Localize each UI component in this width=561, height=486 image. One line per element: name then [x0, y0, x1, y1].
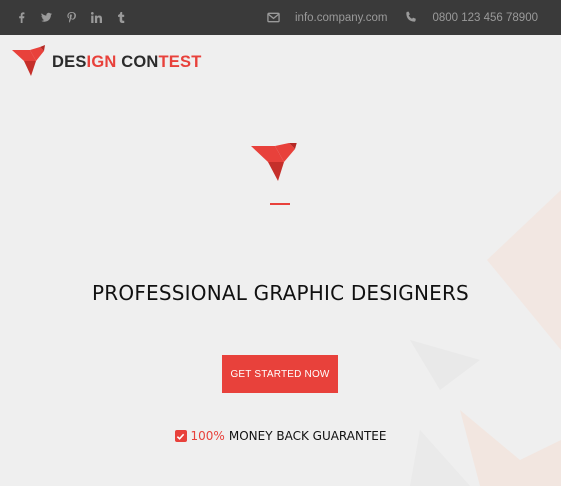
twitter-icon[interactable]: [34, 0, 59, 35]
logo-wordmark: DESIGN CONTEST: [52, 52, 202, 71]
site-logo[interactable]: DESIGN CONTEST: [12, 45, 202, 77]
top-bar: info.company.com 0800 123 456 78900: [0, 0, 561, 35]
email-contact[interactable]: info.company.com: [267, 11, 387, 25]
social-links: [9, 0, 134, 35]
guarantee-highlight: 100%: [190, 429, 225, 443]
linkedin-icon[interactable]: [84, 0, 109, 35]
hero-headline: PROFESSIONAL GRAPHIC DESIGNERS: [92, 281, 469, 305]
envelope-icon: [267, 11, 281, 25]
money-back-guarantee: 100% MONEY BACK GUARANTEE: [0, 429, 561, 443]
get-started-button[interactable]: GET STARTED NOW: [222, 355, 338, 393]
facebook-icon[interactable]: [9, 0, 34, 35]
checkbox-checked-icon: [174, 430, 187, 442]
pinterest-icon[interactable]: [59, 0, 84, 35]
guarantee-text: MONEY BACK GUARANTEE: [228, 429, 387, 443]
phone-contact[interactable]: 0800 123 456 78900: [404, 11, 538, 25]
phone-icon: [404, 11, 418, 25]
accent-divider: [270, 203, 290, 205]
contact-info: info.company.com 0800 123 456 78900: [267, 0, 561, 35]
tumblr-icon[interactable]: [109, 0, 134, 35]
email-text: info.company.com: [295, 11, 388, 24]
bird-logo-icon: [12, 45, 45, 76]
phone-text: 0800 123 456 78900: [432, 11, 538, 24]
hero-bird-icon: [251, 143, 297, 181]
